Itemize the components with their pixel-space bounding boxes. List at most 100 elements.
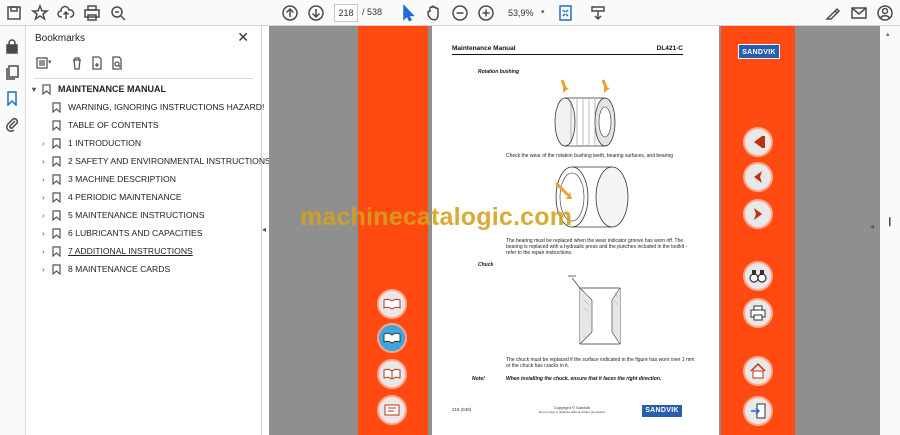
fit-page-icon[interactable] [556, 3, 576, 23]
collapse-panel-chevron-icon[interactable]: ◂ [262, 225, 266, 234]
bookmark-label: WARNING, IGNORING INSTRUCTIONS HAZARD! [68, 102, 265, 112]
scroll-thumb[interactable]: ❙ [886, 216, 894, 227]
print-button[interactable] [743, 298, 773, 328]
nav-button-2[interactable] [377, 323, 407, 353]
bookmark-item[interactable]: › 7 ADDITIONAL INSTRUCTIONS [42, 243, 193, 259]
delete-bookmark-icon[interactable] [70, 56, 86, 72]
zoom-level[interactable]: 53,9% [504, 4, 546, 22]
bookmark-item[interactable]: › 4 PERIODIC MAINTENANCE [42, 189, 182, 205]
chevron-right-icon[interactable]: › [42, 139, 52, 148]
bookmark-flag-icon [52, 101, 62, 113]
expand-right-panel-chevron-icon[interactable]: ◂ [870, 222, 874, 231]
print-icon[interactable] [82, 3, 102, 23]
exit-door-icon [751, 403, 766, 419]
chevron-right-icon[interactable]: › [42, 193, 52, 202]
nav-button-4[interactable] [377, 395, 407, 425]
page-header-title: Maintenance Manual [452, 45, 516, 52]
catalog-icon [384, 404, 400, 416]
nav-button-1[interactable] [377, 289, 407, 319]
bookmark-label: 6 LUBRICANTS AND CAPACITIES [68, 228, 203, 238]
bookmark-flag-icon [52, 245, 62, 257]
bookmark-label: 7 ADDITIONAL INSTRUCTIONS [68, 246, 193, 256]
panel-title: Bookmarks [35, 33, 86, 44]
book-open-icon [383, 298, 401, 310]
new-bookmark-icon[interactable] [90, 56, 106, 72]
top-toolbar: 218 / 538 53,9% ▾ [0, 0, 900, 26]
chevron-right-icon[interactable]: › [42, 229, 52, 238]
page-number-input[interactable]: 218 [334, 4, 358, 22]
bookmark-item[interactable]: TABLE OF CONTENTS [52, 117, 159, 133]
next-page-button[interactable] [743, 199, 773, 229]
bookmark-flag-icon [52, 227, 62, 239]
bookmark-item[interactable]: ▾ MAINTENANCE MANUAL [32, 81, 166, 97]
bookmark-flag-icon [52, 191, 62, 203]
vertical-scrollbar[interactable]: ▴ ❙ [880, 26, 900, 435]
chevron-right-icon[interactable]: › [42, 247, 52, 256]
previous-page-button[interactable] [743, 162, 773, 192]
select-cursor-icon[interactable] [398, 3, 418, 23]
options-dropdown-chevron-icon[interactable]: ▾ [48, 58, 56, 74]
attachment-icon[interactable] [4, 116, 22, 134]
zoom-search-icon[interactable] [108, 3, 128, 23]
paragraph-chuck-replace: The chuck must be replaced if the surfac… [506, 357, 695, 369]
pages-thumbnail-icon[interactable] [4, 64, 22, 82]
previous-page-icon [754, 171, 762, 183]
home-button[interactable] [743, 356, 773, 386]
hand-tool-icon[interactable] [424, 3, 444, 23]
page-total: / 538 [362, 7, 383, 17]
bookmark-item[interactable]: › 6 LUBRICANTS AND CAPACITIES [42, 225, 203, 241]
panel-divider [34, 78, 253, 79]
footer-page-number: 218 (538) [452, 407, 472, 412]
bookmark-label: TABLE OF CONTENTS [68, 120, 159, 130]
sandvik-logo-footer: SANDVIK [642, 405, 682, 417]
zoom-dropdown-chevron-icon[interactable]: ▾ [541, 8, 545, 16]
find-bookmark-icon[interactable] [110, 56, 126, 72]
sandvik-logo-header: SANDVIK [738, 44, 780, 59]
bookmark-icon[interactable] [4, 90, 22, 108]
mail-icon[interactable] [849, 3, 869, 23]
scroll-up-icon[interactable]: ▴ [886, 30, 890, 38]
chevron-right-icon[interactable]: › [42, 211, 52, 220]
bookmark-label: 3 MACHINE DESCRIPTION [68, 174, 176, 184]
close-icon[interactable]: ✕ [237, 29, 249, 46]
chevron-right-icon[interactable]: › [42, 157, 52, 166]
bookmark-item[interactable]: WARNING, IGNORING INSTRUCTIONS HAZARD! [52, 99, 264, 115]
nav-button-3[interactable] [377, 359, 407, 389]
zoom-in-icon[interactable] [476, 3, 496, 23]
bookmark-label: 1 INTRODUCTION [68, 138, 142, 148]
bookmark-flag-icon [52, 209, 62, 221]
book-open-active-icon [383, 332, 401, 344]
section-heading-chuck: Chuck [478, 262, 494, 268]
chevron-down-icon[interactable]: ▾ [32, 85, 42, 94]
header-rule [452, 54, 683, 55]
save-icon[interactable] [4, 3, 24, 23]
printer-icon [750, 305, 766, 321]
bookmarks-panel: Bookmarks ✕ ▾ ▾ MAINTENANCE MANUAL WARNI… [26, 26, 271, 435]
chuck-figure [568, 275, 621, 345]
chevron-right-icon[interactable]: › [42, 175, 52, 184]
page-down-icon[interactable] [306, 3, 326, 23]
star-icon[interactable] [30, 3, 50, 23]
page-up-icon[interactable] [280, 3, 300, 23]
lock-icon[interactable] [4, 38, 22, 56]
bookmark-label: 5 MAINTENANCE INSTRUCTIONS [68, 210, 205, 220]
sign-pen-icon[interactable] [823, 3, 843, 23]
account-icon[interactable] [875, 3, 895, 23]
bookmark-item[interactable]: › 2 SAFETY AND ENVIRONMENTAL INSTRUCTION… [42, 153, 271, 169]
upload-cloud-icon[interactable] [56, 3, 76, 23]
bookmark-toolbar: ▾ [34, 54, 254, 74]
zoom-out-icon[interactable] [450, 3, 470, 23]
bookmark-item[interactable]: › 8 MAINTENANCE CARDS [42, 261, 170, 277]
home-icon [750, 362, 766, 379]
bookmark-item[interactable]: › 1 INTRODUCTION [42, 135, 141, 151]
bookmark-item[interactable]: › 5 MAINTENANCE INSTRUCTIONS [42, 207, 205, 223]
bookmark-label: 2 SAFETY AND ENVIRONMENTAL INSTRUCTIONS [68, 156, 271, 166]
search-button[interactable] [743, 261, 773, 291]
exit-button[interactable] [743, 396, 773, 426]
page-tools-icon[interactable] [588, 3, 608, 23]
section-heading-rotation: Rotation bushing [478, 69, 520, 75]
chevron-right-icon[interactable]: › [42, 265, 52, 274]
bookmark-item[interactable]: › 3 MACHINE DESCRIPTION [42, 171, 176, 187]
first-page-button[interactable] [743, 127, 773, 157]
paragraph-check-wear: Check the wear of the rotation bushing t… [506, 153, 674, 159]
